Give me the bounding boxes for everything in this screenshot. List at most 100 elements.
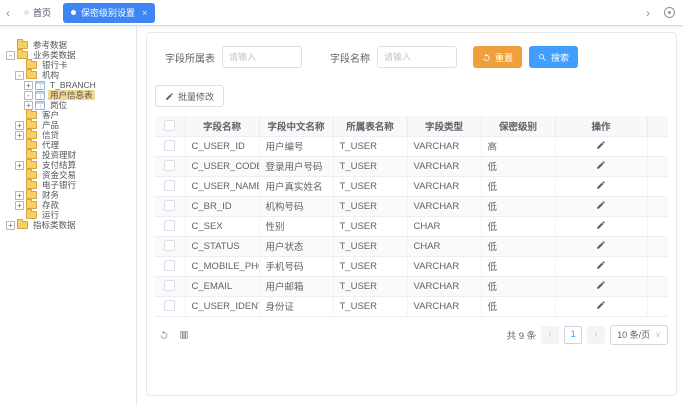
edit-icon[interactable] <box>596 220 606 230</box>
cell-table-name: T_USER <box>333 196 407 216</box>
collapse-icon[interactable]: - <box>24 91 33 100</box>
tree-node-label: 存款 <box>40 200 61 210</box>
row-checkbox[interactable] <box>164 240 175 251</box>
current-page-button[interactable]: 1 <box>564 326 582 344</box>
tags-scroll-right-icon[interactable]: › <box>640 6 656 20</box>
reset-button[interactable]: 重置 <box>473 46 522 68</box>
cell-table-name: T_USER <box>333 216 407 236</box>
pagination-total: 共 9 条 <box>507 328 537 342</box>
tags-options-icon[interactable] <box>664 7 675 18</box>
collapse-icon[interactable]: - <box>15 71 24 80</box>
tree-node[interactable]: 运行 <box>6 210 134 220</box>
cell-field-cn-name: 性别 <box>259 216 333 236</box>
cell-secrecy-level: 低 <box>481 276 555 296</box>
row-checkbox[interactable] <box>164 220 175 231</box>
field-name-label: 字段名称 <box>330 50 370 65</box>
expand-icon[interactable]: + <box>15 201 24 210</box>
cell-field-cn-name: 用户邮箱 <box>259 276 333 296</box>
collapse-icon[interactable]: - <box>6 51 15 60</box>
cell-secrecy-level: 高 <box>481 136 555 156</box>
cell-field-name: C_STATUS <box>185 236 259 256</box>
expand-icon[interactable]: + <box>15 131 24 140</box>
edit-icon[interactable] <box>596 200 606 210</box>
edit-icon[interactable] <box>596 300 606 310</box>
expand-icon[interactable]: + <box>15 191 24 200</box>
column-header: 字段类型 <box>407 116 481 136</box>
edit-icon[interactable] <box>596 260 606 270</box>
cell-field-cn-name: 用户真实姓名 <box>259 176 333 196</box>
field-name-input[interactable] <box>377 46 457 68</box>
tree-node[interactable]: +指标类数据 <box>6 220 134 230</box>
tags-scroll-left-icon[interactable]: ‹ <box>0 6 16 20</box>
tree-node[interactable]: - 机构 <box>6 70 134 80</box>
table-row: C_SEX性别T_USERCHAR低 <box>155 216 668 236</box>
expand-icon[interactable]: + <box>15 161 24 170</box>
row-checkbox[interactable] <box>164 280 175 291</box>
tree-node[interactable]: 参考数据 <box>6 40 134 50</box>
batch-edit-button[interactable]: 批量修改 <box>155 85 224 107</box>
folder-icon <box>17 41 28 49</box>
edit-icon[interactable] <box>596 160 606 170</box>
table-row: C_USER_ID用户编号T_USERVARCHAR高 <box>155 136 668 156</box>
expand-icon[interactable]: + <box>15 121 24 130</box>
edit-icon[interactable] <box>596 280 606 290</box>
cell-field-cn-name: 手机号码 <box>259 256 333 276</box>
row-checkbox[interactable] <box>164 180 175 191</box>
cell-table-name: T_USER <box>333 296 407 316</box>
page-size-select[interactable]: 10 条/页 ∨ <box>610 325 668 345</box>
refresh-icon[interactable] <box>159 330 169 340</box>
tree-node-label: 机构 <box>40 70 61 80</box>
folder-icon <box>26 161 37 169</box>
cell-field-name: C_SEX <box>185 216 259 236</box>
row-checkbox[interactable] <box>164 300 175 311</box>
row-checkbox[interactable] <box>164 200 175 211</box>
tab-home[interactable]: 首页 <box>16 0 59 26</box>
field-table-input[interactable] <box>222 46 302 68</box>
column-header: 保密级别 <box>481 116 555 136</box>
row-checkbox[interactable] <box>164 260 175 271</box>
column-settings-icon[interactable] <box>179 330 189 340</box>
cell-table-name: T_USER <box>333 156 407 176</box>
cell-field-cn-name: 机构号码 <box>259 196 333 216</box>
tab-close-icon[interactable]: × <box>142 8 147 18</box>
row-checkbox[interactable] <box>164 140 175 151</box>
folder-icon <box>26 61 37 69</box>
folder-icon <box>26 111 37 119</box>
tree-node-label: 岗位 <box>48 100 69 110</box>
cell-field-cn-name: 登录用户号码 <box>259 156 333 176</box>
tree-node[interactable]: -用户信息表 <box>6 90 134 100</box>
tree-node-label: 银行卡 <box>40 60 70 70</box>
tag-bar: ‹ 首页 保密级别设置 × › <box>0 0 683 26</box>
cell-field-cn-name: 用户编号 <box>259 136 333 156</box>
cell-table-name: T_USER <box>333 176 407 196</box>
row-checkbox[interactable] <box>164 160 175 171</box>
row-filler <box>647 156 668 176</box>
cell-field-cn-name: 用户状态 <box>259 236 333 256</box>
tree-node[interactable]: +T_BRANCH <box>6 80 134 90</box>
edit-icon[interactable] <box>596 180 606 190</box>
search-button[interactable]: 搜索 <box>529 46 578 68</box>
row-filler <box>647 136 668 156</box>
expand-icon[interactable]: + <box>6 221 15 230</box>
edit-icon[interactable] <box>596 240 606 250</box>
folder-icon <box>26 141 37 149</box>
tab-secrecy-level-settings[interactable]: 保密级别设置 × <box>63 3 155 23</box>
folder-icon <box>26 191 37 199</box>
column-header: 字段中文名称 <box>259 116 333 136</box>
edit-icon <box>165 92 174 101</box>
table-row: C_EMAIL用户邮箱T_USERVARCHAR低 <box>155 276 668 296</box>
next-page-button[interactable]: › <box>587 326 605 344</box>
folder-icon <box>26 131 37 139</box>
row-filler <box>647 296 668 316</box>
cell-field-type: VARCHAR <box>407 136 481 156</box>
folder-icon <box>26 211 37 219</box>
edit-icon[interactable] <box>596 140 606 150</box>
cell-field-type: VARCHAR <box>407 276 481 296</box>
tree-node-label: 电子银行 <box>40 180 78 190</box>
expand-icon[interactable]: + <box>24 81 33 90</box>
table-icon <box>35 101 45 110</box>
select-all-checkbox[interactable] <box>164 120 175 131</box>
cell-field-name: C_USER_CODE <box>185 156 259 176</box>
cell-table-name: T_USER <box>333 276 407 296</box>
prev-page-button[interactable]: ‹ <box>541 326 559 344</box>
